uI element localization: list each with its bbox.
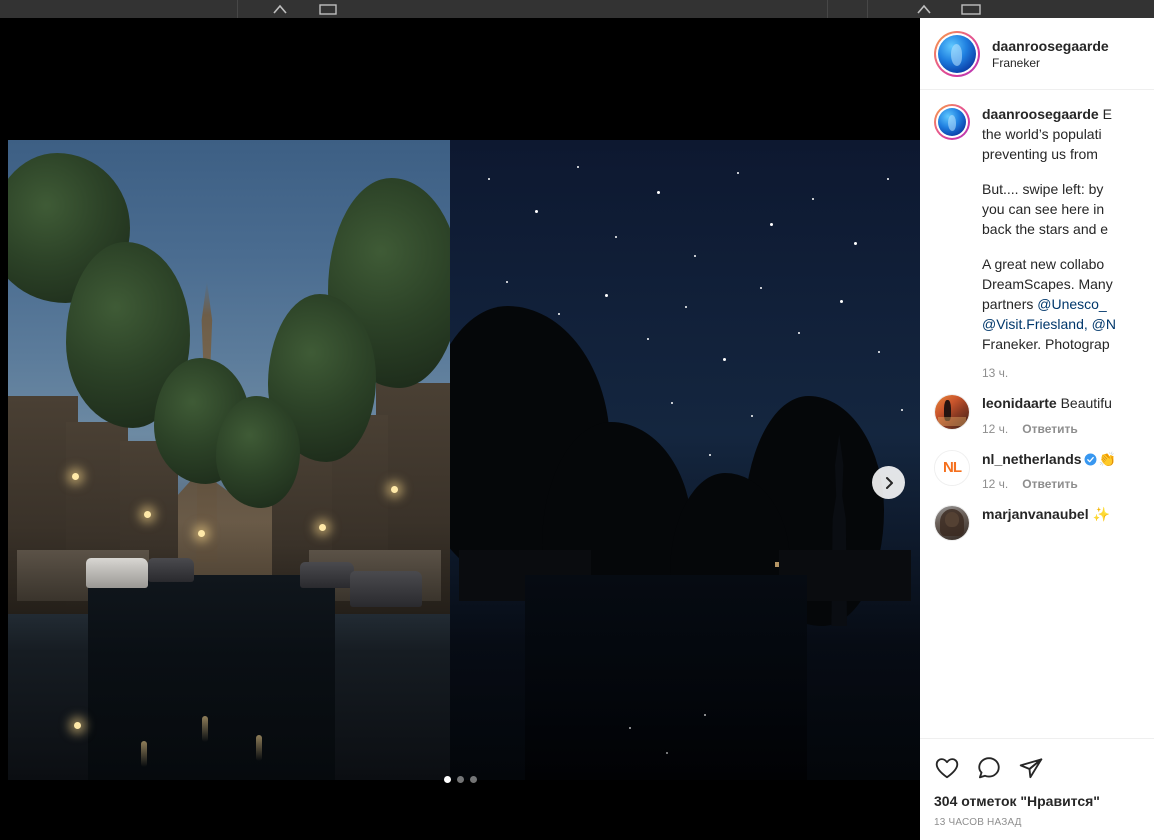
comment-username[interactable]: leonidaarte [982, 395, 1057, 411]
water-reflection [202, 715, 209, 742]
action-bar [934, 747, 1140, 787]
comment-body: ✨ [1092, 506, 1110, 523]
street-lamp [319, 524, 326, 531]
comment-text: marjanvanaubel ✨ [982, 505, 1110, 525]
next-slide-button[interactable] [872, 466, 905, 499]
canal-water [525, 575, 808, 780]
caption-line: preventing us from [982, 146, 1098, 163]
parked-car [350, 571, 422, 608]
share-button[interactable] [1018, 755, 1044, 781]
comment-reply-button[interactable]: Ответить [1022, 422, 1077, 436]
comment-item: marjanvanaubel ✨ [920, 491, 1154, 542]
caption-line: back the stars and e [982, 221, 1109, 238]
caption-block: daanroosegaarde E the world’s populati p… [920, 90, 1154, 354]
mention-link[interactable]: @Visit.Friesland, @N [982, 316, 1116, 332]
comment-body: Beautifu [1060, 395, 1112, 412]
canal-dusk-photo[interactable] [8, 140, 450, 780]
caption-line: the world’s populati [982, 126, 1102, 143]
caption-paragraph-3: A great new collabo DreamScapes. Many pa… [982, 254, 1116, 354]
verified-badge-icon [1084, 452, 1097, 466]
browser-toolbar [0, 0, 1154, 18]
carousel-dot-3[interactable] [469, 776, 477, 783]
post-details-panel: daanroosegaarde Franeker daanroosegaarde [920, 18, 1154, 840]
comment-avatar[interactable]: NL [934, 449, 970, 486]
comment-item: leonidaarte Beautifu 12 ч. Ответить [920, 380, 1154, 436]
caption-line: partners [982, 296, 1038, 313]
canal-starry-night-photo[interactable] [450, 140, 920, 780]
caption-line: E [1102, 106, 1112, 122]
caption-line: Franeker. Photograp [982, 336, 1110, 353]
parked-car [148, 557, 194, 582]
post-timestamp: 13 ЧАСОВ НАЗАД [934, 817, 1022, 828]
caption-text: daanroosegaarde E the world’s populati p… [982, 104, 1116, 354]
post-footer: 304 отметок "Нравится" 13 ЧАСОВ НАЗАД [920, 738, 1154, 840]
caption-timestamp: 13 ч. [982, 366, 1009, 381]
street-lamp [391, 485, 398, 493]
comment-avatar[interactable] [934, 394, 970, 431]
caption-line: A great new collabo [982, 256, 1105, 273]
chevron-right-icon [885, 476, 893, 489]
comment-username[interactable]: nl_netherlands [982, 451, 1082, 467]
comment-body: 👏 [1098, 450, 1117, 467]
header-username[interactable]: daanroosegaarde [992, 38, 1109, 54]
instagram-post-screenshot: daanroosegaarde Franeker daanroosegaarde [0, 0, 1154, 840]
comment-timestamp: 12 ч. [982, 477, 1009, 492]
water-reflection [140, 741, 147, 768]
caption-line: you can see here in [982, 201, 1105, 218]
carousel-dot-2[interactable] [456, 776, 464, 783]
post-media-area [0, 18, 920, 840]
header-location[interactable]: Franeker [992, 56, 1109, 70]
toolbar-segment [828, 0, 868, 18]
carousel-dot-1[interactable] [443, 776, 451, 783]
avatar[interactable] [934, 30, 980, 77]
comment-button[interactable] [976, 755, 1002, 781]
caption-paragraph-1: daanroosegaarde E the world’s populati p… [982, 104, 1116, 164]
caption-line: But.... swipe left: by [982, 181, 1104, 198]
image-carousel[interactable] [8, 140, 920, 780]
canal-water [87, 575, 336, 780]
carousel-indicators [0, 776, 920, 783]
caption-line: DreamScapes. Many [982, 276, 1113, 293]
comments-scroll-area[interactable]: daanroosegaarde E the world’s populati p… [920, 90, 1154, 738]
caption-avatar[interactable] [934, 104, 970, 140]
comment-text: nl_netherlands 👏 [982, 450, 1116, 470]
profile-avatar-image [938, 34, 976, 73]
post-header: daanroosegaarde Franeker [920, 18, 1154, 90]
street-lamp [72, 472, 79, 480]
comment-username[interactable]: marjanvanaubel [982, 506, 1089, 522]
parked-car [86, 558, 148, 588]
water-reflection [255, 734, 262, 761]
share-icon [1019, 758, 1043, 779]
comment-reply-button[interactable]: Ответить [1022, 477, 1077, 491]
tree [216, 396, 300, 508]
heart-icon [935, 758, 959, 779]
comment-icon [978, 757, 1000, 779]
caption-username[interactable]: daanroosegaarde [982, 106, 1099, 122]
mention-link[interactable]: @Unesco_ [1037, 296, 1106, 312]
toolbar-segment [0, 0, 238, 18]
comment-timestamp: 12 ч. [982, 421, 1009, 436]
likes-count[interactable]: 304 отметок "Нравится" [934, 787, 1140, 809]
toolbar-segment [238, 0, 828, 18]
parked-car [300, 562, 354, 588]
comment-text: leonidaarte Beautifu [982, 394, 1112, 414]
comment-item: NL nl_netherlands 👏 12 ч. Ответить [920, 436, 1154, 492]
caption-paragraph-2: But.... swipe left: by you can see here … [982, 179, 1116, 239]
comment-avatar[interactable] [934, 505, 970, 542]
toolbar-segment-right [868, 0, 1008, 18]
nl-logo: NL [935, 450, 969, 485]
like-button[interactable] [934, 755, 960, 781]
